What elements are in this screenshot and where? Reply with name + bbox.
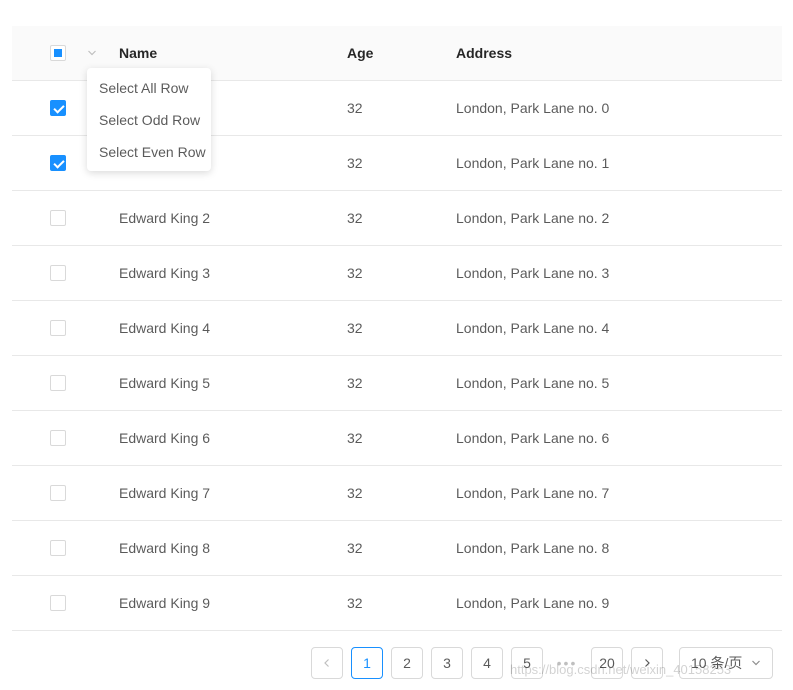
page-button-3[interactable]: 3 bbox=[431, 647, 463, 679]
table-row: Edward King 2 32 London, Park Lane no. 2 bbox=[12, 191, 782, 246]
cell-age: 32 bbox=[347, 155, 363, 171]
cell-name: Edward King 2 bbox=[119, 210, 211, 226]
row-checkbox[interactable] bbox=[50, 100, 66, 116]
cell-age: 32 bbox=[347, 540, 363, 556]
menu-item-select-odd-row[interactable]: Select Odd Row bbox=[87, 104, 211, 136]
table-row: Edward King 3 32 London, Park Lane no. 3 bbox=[12, 246, 782, 301]
cell-name: Edward King 6 bbox=[119, 430, 211, 446]
table-row: Edward King 5 32 London, Park Lane no. 5 bbox=[12, 356, 782, 411]
row-checkbox[interactable] bbox=[50, 540, 66, 556]
column-header-address: Address bbox=[456, 45, 513, 61]
cell-age: 32 bbox=[347, 595, 363, 611]
chevron-down-icon bbox=[751, 648, 761, 678]
menu-item-select-even-row[interactable]: Select Even Row bbox=[87, 136, 211, 168]
row-select-cell bbox=[50, 576, 66, 630]
page-button-1[interactable]: 1 bbox=[351, 647, 383, 679]
cell-age: 32 bbox=[347, 320, 363, 336]
cell-age: 32 bbox=[347, 210, 363, 226]
row-select-cell bbox=[50, 521, 66, 575]
prev-page-button[interactable] bbox=[311, 647, 343, 679]
cell-address: London, Park Lane no. 0 bbox=[456, 100, 610, 116]
row-checkbox[interactable] bbox=[50, 485, 66, 501]
cell-name: Edward King 5 bbox=[119, 375, 211, 391]
page-button-4[interactable]: 4 bbox=[471, 647, 503, 679]
table-row: Edward King 4 32 London, Park Lane no. 4 bbox=[12, 301, 782, 356]
table-row: Edward King 7 32 London, Park Lane no. 7 bbox=[12, 466, 782, 521]
menu-item-select-all-row[interactable]: Select All Row bbox=[87, 72, 211, 104]
chevron-down-icon bbox=[88, 50, 96, 56]
cell-age: 32 bbox=[347, 375, 363, 391]
cell-address: London, Park Lane no. 9 bbox=[456, 595, 610, 611]
selection-dropdown-menu: Select All Row Select Odd Row Select Eve… bbox=[87, 68, 211, 171]
cell-address: London, Park Lane no. 1 bbox=[456, 155, 610, 171]
row-select-cell bbox=[50, 356, 66, 410]
cell-name: Edward King 4 bbox=[119, 320, 211, 336]
cell-address: London, Park Lane no. 4 bbox=[456, 320, 610, 336]
cell-age: 32 bbox=[347, 485, 363, 501]
row-checkbox[interactable] bbox=[50, 155, 66, 171]
select-all-checkbox[interactable] bbox=[50, 45, 66, 61]
cell-name: Edward King 9 bbox=[119, 595, 211, 611]
row-select-cell bbox=[50, 81, 66, 135]
watermark-text: https://blog.csdn.net/weixin_40158253 bbox=[510, 662, 732, 677]
cell-age: 32 bbox=[347, 265, 363, 281]
cell-address: London, Park Lane no. 6 bbox=[456, 430, 610, 446]
row-checkbox[interactable] bbox=[50, 210, 66, 226]
table-row: Edward King 8 32 London, Park Lane no. 8 bbox=[12, 521, 782, 576]
cell-address: London, Park Lane no. 8 bbox=[456, 540, 610, 556]
row-checkbox[interactable] bbox=[50, 265, 66, 281]
row-checkbox[interactable] bbox=[50, 320, 66, 336]
cell-name: Edward King 3 bbox=[119, 265, 211, 281]
row-checkbox[interactable] bbox=[50, 595, 66, 611]
table-row: Edward King 6 32 London, Park Lane no. 6 bbox=[12, 411, 782, 466]
row-select-cell bbox=[50, 411, 66, 465]
row-select-cell bbox=[50, 191, 66, 245]
row-select-cell bbox=[50, 466, 66, 520]
cell-age: 32 bbox=[347, 430, 363, 446]
row-select-cell bbox=[50, 301, 66, 355]
table-row: Edward King 9 32 London, Park Lane no. 9 bbox=[12, 576, 782, 631]
row-select-cell bbox=[50, 136, 66, 190]
cell-address: London, Park Lane no. 3 bbox=[456, 265, 610, 281]
chevron-left-icon bbox=[324, 659, 329, 667]
column-header-age: Age bbox=[347, 45, 374, 61]
page-button-2[interactable]: 2 bbox=[391, 647, 423, 679]
cell-name: Edward King 7 bbox=[119, 485, 211, 501]
row-checkbox[interactable] bbox=[50, 375, 66, 391]
cell-address: London, Park Lane no. 5 bbox=[456, 375, 610, 391]
select-all-cell bbox=[50, 26, 66, 80]
row-select-cell bbox=[50, 246, 66, 300]
cell-address: London, Park Lane no. 2 bbox=[456, 210, 610, 226]
row-checkbox[interactable] bbox=[50, 430, 66, 446]
cell-name: Edward King 8 bbox=[119, 540, 211, 556]
cell-address: London, Park Lane no. 7 bbox=[456, 485, 610, 501]
cell-age: 32 bbox=[347, 100, 363, 116]
